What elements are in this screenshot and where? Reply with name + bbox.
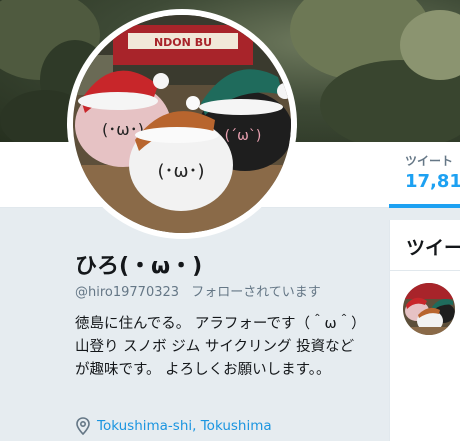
tweets-panel: ツイート [389, 220, 460, 441]
tweets-panel-title: ツイート [406, 237, 460, 259]
profile-avatar[interactable]: NDON BU (･ω･) (´ω`) (･ω･) [67, 9, 297, 239]
tweet-avatar-photo [403, 283, 455, 335]
banner-sign-text: NDON BU [154, 36, 212, 49]
profile-bio: 徳島に住んでる。 アラフォーです（＾ω＾） 山登り スノボ ジム サイクリング … [75, 316, 366, 378]
screen-name[interactable]: @hiro19770323 [75, 285, 179, 300]
tweets-panel-divider [390, 270, 460, 271]
handle-row: @hiro19770323 フォローされています [75, 281, 321, 300]
avatar-photo: NDON BU (･ω･) (´ω`) (･ω･) [73, 15, 291, 233]
tweet-avatar[interactable] [403, 283, 455, 335]
svg-text:(･ω･): (･ω･) [157, 161, 204, 182]
location-link[interactable]: Tokushima-shi, Tokushima [97, 418, 272, 434]
active-tab-indicator [389, 204, 460, 208]
map-pin-icon [76, 417, 90, 435]
tweets-stat-value: 17,813 [405, 171, 460, 192]
display-name[interactable]: ひろ(・ω・) [75, 248, 202, 280]
tweets-stat[interactable]: ツイート 17,813 [405, 152, 460, 192]
tweets-stat-label: ツイート [405, 154, 454, 168]
profile-location: Tokushima-shi, Tokushima [75, 417, 272, 435]
follows-you-badge: フォローされています [191, 285, 321, 300]
svg-text:(´ω`): (´ω`) [225, 128, 262, 144]
